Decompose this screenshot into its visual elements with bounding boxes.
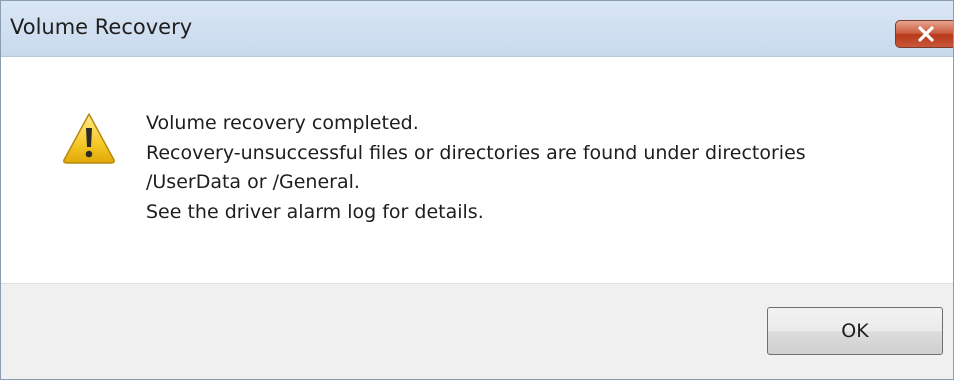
warning-icon [63,113,115,164]
message-line: See the driver alarm log for details. [146,200,484,223]
button-bar: OK [1,283,953,379]
close-button[interactable] [895,20,953,48]
window-title: Volume Recovery [10,15,193,39]
dialog-content: Volume recovery completed. Recovery-unsu… [1,57,953,283]
close-icon [918,26,934,42]
ok-button[interactable]: OK [767,307,943,355]
title-bar[interactable]: Volume Recovery [1,1,953,57]
message-text: Volume recovery completed. Recovery-unsu… [146,109,806,227]
message-line: Volume recovery completed. [146,112,419,134]
message-line: Recovery-unsuccessful files or directori… [146,141,806,164]
dialog-window: Volume Recovery Volume recovery complete… [0,0,954,380]
message-line: /UserData or /General. [146,171,360,193]
